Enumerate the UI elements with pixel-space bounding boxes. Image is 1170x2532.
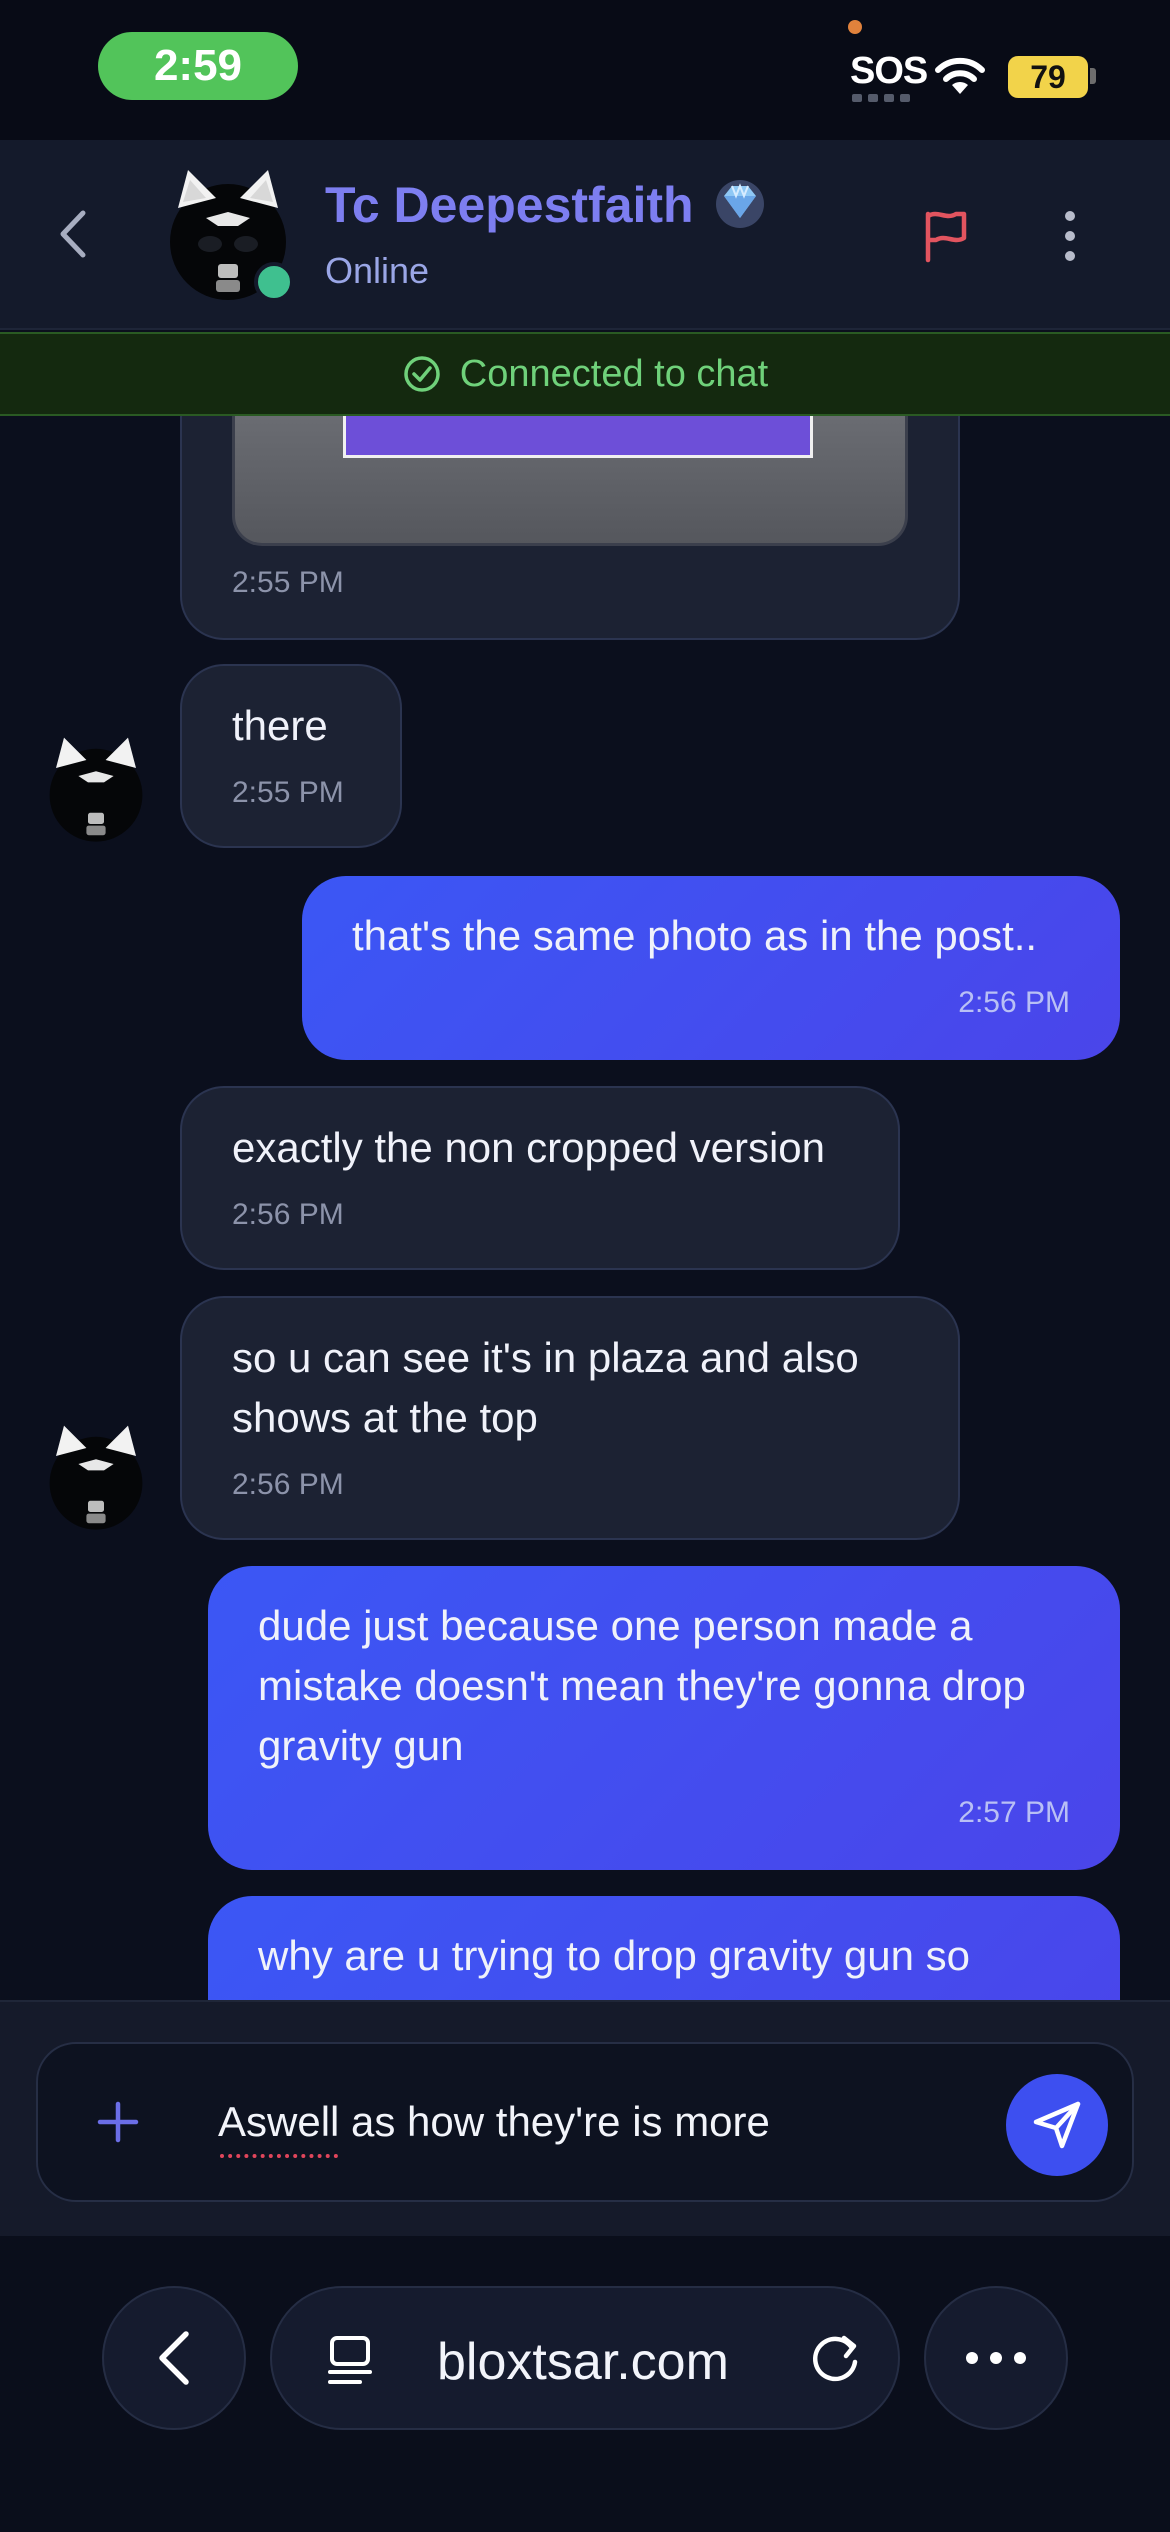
send-icon	[1033, 2101, 1081, 2149]
privacy-indicator-icon	[848, 20, 862, 34]
more-options-button[interactable]	[1040, 200, 1100, 272]
message-bubble[interactable]: so u can see it's in plaza and also show…	[180, 1296, 960, 1540]
message-line: dude just because one person made a	[258, 1602, 973, 1649]
back-button[interactable]	[40, 202, 104, 266]
chevron-left-icon	[159, 2331, 189, 2385]
message-text: there	[232, 702, 328, 749]
browser-back-button[interactable]	[102, 2286, 246, 2430]
plus-icon	[97, 2101, 139, 2143]
photo-item-card	[343, 416, 813, 458]
message-input[interactable]	[218, 2092, 998, 2152]
signal-dots-icon	[852, 94, 912, 102]
message-time: 2:55 PM	[232, 566, 344, 599]
browser-toolbar: bloxtsar.com	[0, 2236, 1170, 2532]
contact-status: Online	[325, 250, 430, 291]
message-bubble[interactable]: there 2:55 PM	[180, 664, 402, 848]
chevron-left-icon	[60, 210, 86, 258]
composer-area	[0, 2000, 1170, 2236]
message-text: why are u trying to drop gravity gun so	[258, 1932, 971, 1979]
connection-status-text: Connected to chat	[459, 352, 769, 395]
message-photo[interactable]	[232, 416, 908, 546]
diamond-badge-icon	[712, 176, 768, 233]
message-bubble-outgoing[interactable]: dude just because one person made a mist…	[208, 1566, 1120, 1870]
report-button[interactable]	[910, 200, 982, 272]
message-line: gravity gun	[258, 1722, 464, 1769]
message-time: 2:56 PM	[232, 1198, 344, 1231]
message-time: 2:57 PM	[958, 1796, 1070, 1829]
message-time: 2:55 PM	[232, 776, 344, 809]
message-list[interactable]: 2:55 PM there 2:55 PM that's the same ph…	[0, 416, 1170, 2000]
online-status-dot	[254, 262, 294, 302]
message-line: mistake doesn't mean they're gonna drop	[258, 1662, 1026, 1709]
chat-screen: 2:59 SOS 79 Tc Deepestfaith Online Conne…	[0, 0, 1170, 2532]
flag-icon	[925, 211, 967, 263]
sender-avatar[interactable]	[40, 1424, 152, 1536]
battery-level: 79	[1008, 56, 1088, 98]
message-text: exactly the non cropped version	[232, 1124, 826, 1171]
status-bar: 2:59 SOS 79	[0, 0, 1170, 140]
attach-button[interactable]	[88, 2092, 148, 2152]
sos-indicator: SOS	[850, 50, 928, 92]
reader-tabs-icon[interactable]	[320, 2330, 380, 2395]
spellcheck-underline	[220, 2154, 338, 2158]
reload-button[interactable]	[802, 2326, 868, 2397]
wifi-icon	[932, 54, 988, 103]
message-line: shows at the top	[232, 1394, 538, 1441]
message-bubble-outgoing[interactable]: why are u trying to drop gravity gun so	[208, 1896, 1120, 2000]
message-line: so u can see it's in plaza and also	[232, 1334, 859, 1381]
message-composer	[36, 2042, 1134, 2202]
sender-avatar[interactable]	[40, 736, 152, 848]
contact-name[interactable]: Tc Deepestfaith	[325, 176, 694, 234]
message-text: so u can see it's in plaza and also show…	[232, 1328, 859, 1448]
send-button[interactable]	[1006, 2074, 1108, 2176]
message-bubble-outgoing[interactable]: that's the same photo as in the post.. 2…	[302, 876, 1120, 1060]
message-bubble[interactable]: exactly the non cropped version 2:56 PM	[180, 1086, 900, 1270]
message-text: dude just because one person made a mist…	[258, 1596, 1026, 1776]
connection-banner: Connected to chat	[0, 332, 1170, 416]
check-circle-icon	[404, 356, 440, 392]
reload-icon	[813, 2335, 858, 2382]
status-time: 2:59	[98, 32, 298, 100]
url-text: bloxtsar.com	[437, 2333, 729, 2391]
browser-more-button[interactable]	[924, 2286, 1068, 2430]
message-time: 2:56 PM	[958, 986, 1070, 1019]
message-time: 2:56 PM	[232, 1468, 344, 1501]
battery-icon	[1090, 68, 1096, 84]
message-text: that's the same photo as in the post..	[352, 912, 1038, 959]
address-bar[interactable]: bloxtsar.com	[270, 2286, 900, 2430]
chat-header: Tc Deepestfaith Online	[0, 140, 1170, 330]
